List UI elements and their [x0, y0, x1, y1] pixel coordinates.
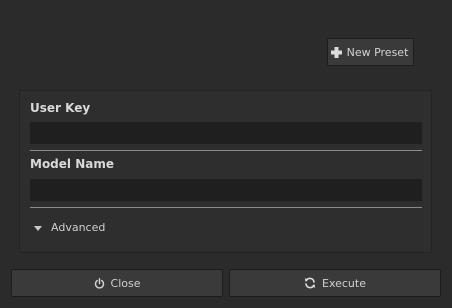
caret-down-icon [34, 221, 42, 234]
model-name-input[interactable] [30, 179, 422, 201]
close-button[interactable]: Close [11, 269, 223, 297]
user-key-label: User Key [30, 101, 91, 115]
model-name-label: Model Name [30, 157, 114, 171]
refresh-icon [304, 277, 316, 289]
power-icon [94, 277, 105, 289]
form-panel: User Key Model Name Advanced [19, 90, 432, 253]
execute-button[interactable]: Execute [229, 269, 441, 297]
execute-label: Execute [322, 276, 366, 290]
new-preset-label: New Preset [346, 45, 409, 59]
close-label: Close [110, 276, 141, 290]
user-key-separator [30, 150, 422, 151]
plus-icon [330, 46, 342, 58]
dialog-window: { "toolbar": { "new_preset_label": "New … [0, 0, 452, 308]
advanced-label: Advanced [51, 220, 106, 234]
user-key-input[interactable] [30, 122, 422, 144]
model-name-separator [30, 207, 422, 208]
advanced-toggle[interactable]: Advanced [34, 219, 105, 235]
new-preset-button[interactable]: New Preset [327, 38, 414, 66]
